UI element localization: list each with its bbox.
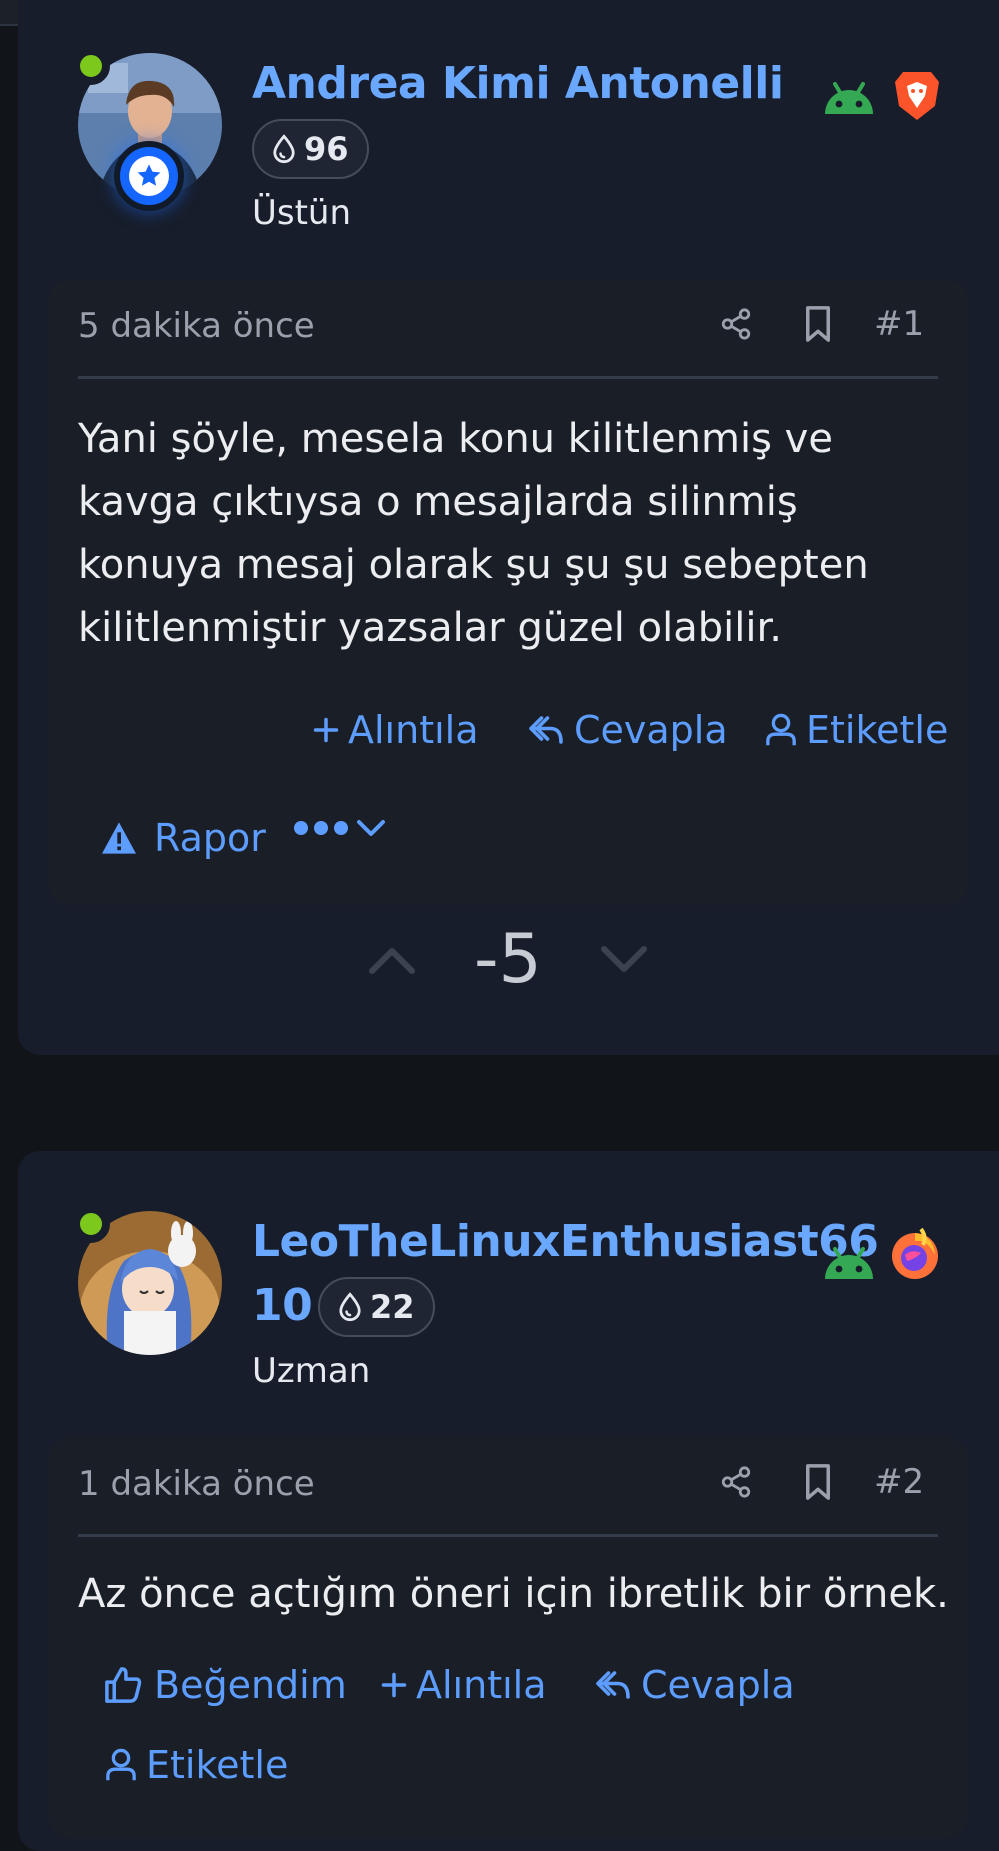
bookmark-icon[interactable]: [796, 1460, 840, 1504]
meta-divider: [78, 376, 938, 379]
user-rank-title: Uzman: [252, 1351, 371, 1391]
user-rank-title: Üstün: [252, 193, 352, 233]
downvote-chevron-icon[interactable]: [600, 945, 648, 975]
post-timestamp: 1 dakika önce: [78, 1464, 315, 1504]
tag-user-button[interactable]: Etiketle: [764, 708, 948, 752]
quote-button[interactable]: Alıntıla: [312, 708, 479, 752]
post-body-line: kilitlenmiştir yazsalar güzel olabilir.: [78, 605, 782, 651]
reputation-badge: 96: [252, 119, 369, 179]
more-options-dropdown[interactable]: [292, 818, 386, 838]
post-body-line: konuya mesaj olarak şu şu şu sebepten: [78, 542, 869, 588]
rank-star-badge: [114, 141, 184, 211]
report-button[interactable]: Rapor: [100, 816, 266, 860]
post-body: Yani şöyle, mesela konu kilitlenmiş ve k…: [78, 408, 869, 660]
thumbs-up-icon: [105, 1667, 142, 1703]
reputation-value: 22: [370, 1288, 415, 1326]
tag-label: Etiketle: [146, 1743, 289, 1787]
reply-button[interactable]: Cevapla: [526, 708, 728, 752]
post-content-card: 1 dakika önce #2 Az önce açtığım öneri i…: [48, 1438, 968, 1838]
like-button[interactable]: Beğendim: [104, 1663, 347, 1707]
online-status-indicator: [72, 47, 110, 85]
post-card: Andrea Kimi Antonelli 96 Üstün 5 dakika …: [18, 0, 999, 1055]
star-icon: [137, 164, 161, 186]
online-status-indicator: [72, 1205, 110, 1243]
user-avatar[interactable]: [72, 1205, 222, 1355]
reply-arrow-icon: [529, 716, 563, 744]
tag-label: Etiketle: [806, 708, 949, 752]
plus-icon: [381, 1672, 407, 1698]
like-label: Beğendim: [154, 1663, 347, 1707]
bookmark-icon[interactable]: [796, 302, 840, 346]
post-content-card: 5 dakika önce #1 Yani şöyle, mesela konu…: [48, 280, 968, 905]
post-card: LeoTheLinuxEnthusiast66 10 22 Uzman 1 da…: [18, 1151, 999, 1851]
share-icon[interactable]: [714, 302, 758, 346]
user-avatar[interactable]: [72, 47, 222, 211]
chevron-down-icon: [357, 820, 385, 836]
upvote-chevron-icon[interactable]: [368, 945, 416, 975]
plus-icon: [313, 717, 339, 743]
firefox-icon: [892, 1227, 938, 1279]
vote-count: -5: [474, 920, 542, 999]
meta-divider: [78, 1534, 938, 1537]
post-body-line: Yani şöyle, mesela konu kilitlenmiş ve: [78, 416, 833, 462]
username-link[interactable]: LeoTheLinuxEnthusiast66: [252, 1212, 879, 1272]
vote-control: -5: [368, 920, 648, 999]
user-icon: [106, 1748, 136, 1781]
username-link[interactable]: Andrea Kimi Antonelli: [252, 54, 784, 114]
share-icon[interactable]: [714, 1460, 758, 1504]
post-body: Az önce açtığım öneri için ibretlik bir …: [78, 1571, 949, 1617]
quote-label: Alıntıla: [416, 1663, 547, 1707]
brave-browser-icon: [895, 72, 939, 120]
droplet-icon: [339, 1292, 361, 1322]
reply-label: Cevapla: [574, 708, 728, 752]
warning-icon: [102, 822, 136, 854]
post-number-link[interactable]: #1: [874, 304, 924, 344]
post-timestamp: 5 dakika önce: [78, 306, 315, 346]
username-link-continued[interactable]: 10: [252, 1276, 313, 1336]
quote-label: Alıntıla: [348, 708, 479, 752]
droplet-icon: [273, 134, 295, 164]
android-icon: [825, 1247, 873, 1279]
reply-button[interactable]: Cevapla: [593, 1663, 795, 1707]
user-icon: [766, 713, 796, 746]
reputation-badge: 22: [318, 1277, 435, 1337]
post-number-link[interactable]: #2: [874, 1462, 924, 1502]
report-label: Rapor: [154, 816, 266, 860]
ellipsis-icon: [294, 821, 348, 835]
reputation-value: 96: [304, 130, 349, 168]
reply-arrow-icon: [596, 1671, 630, 1699]
quote-button[interactable]: Alıntıla: [380, 1663, 547, 1707]
post-body-line: kavga çıktıysa o mesajlarda silinmiş: [78, 479, 798, 525]
tag-user-button[interactable]: Etiketle: [104, 1743, 288, 1787]
reply-label: Cevapla: [641, 1663, 795, 1707]
android-icon: [825, 82, 873, 114]
